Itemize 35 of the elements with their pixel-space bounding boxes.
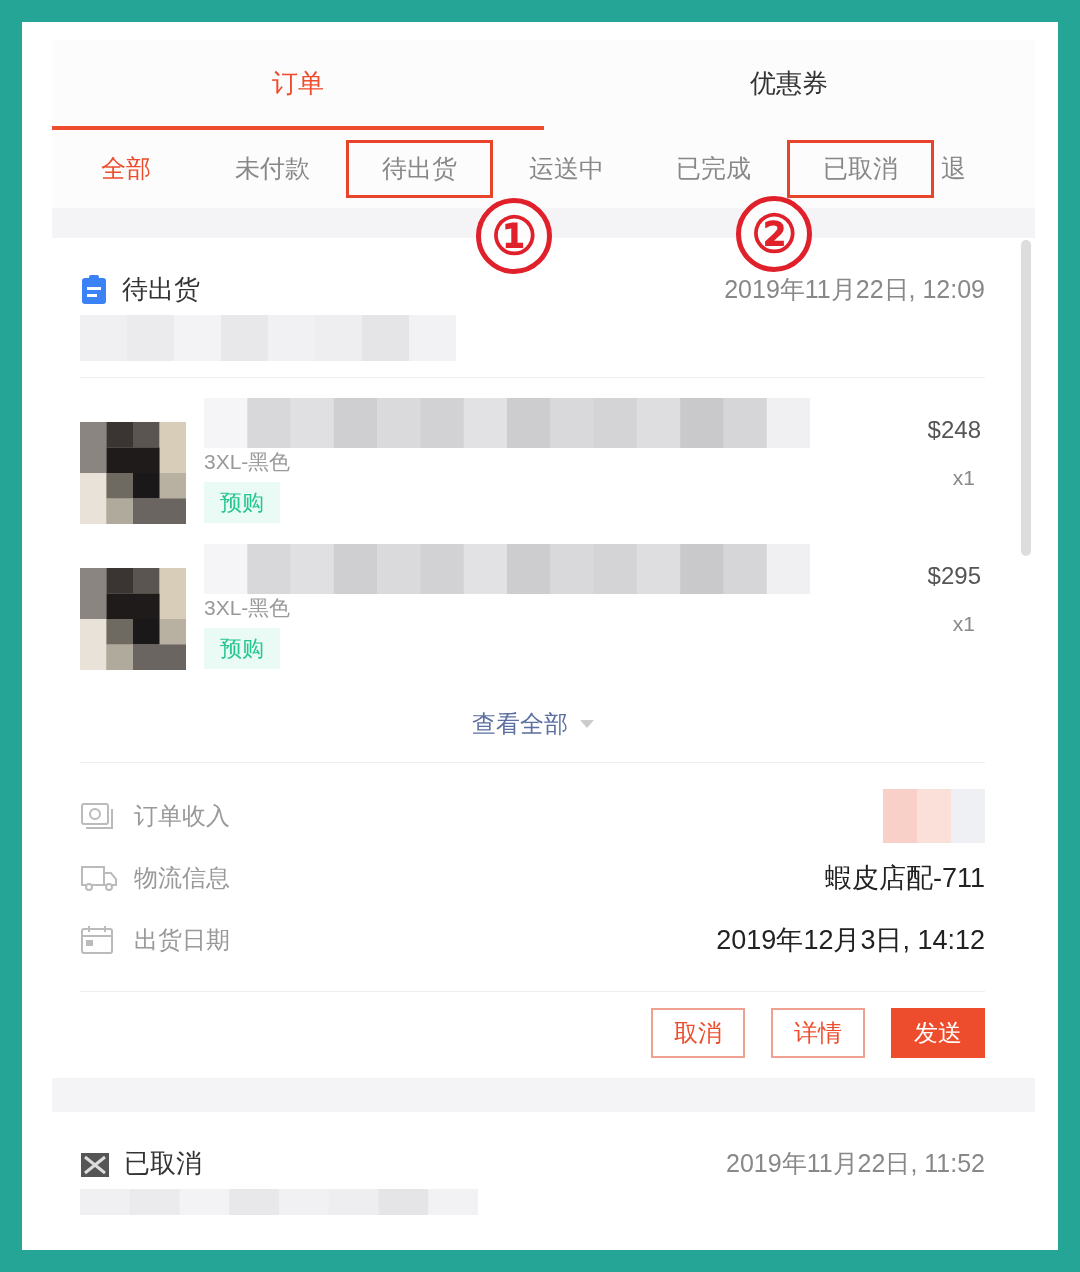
order-date: 2019年11月22日, 12:09 (724, 273, 985, 305)
filter-tab[interactable]: 已取消 (787, 140, 934, 198)
price-text: $295 (927, 561, 981, 591)
info-label: 订单收入 (134, 801, 230, 831)
filter-tab[interactable]: 已完成 (640, 140, 787, 198)
info-label: 物流信息 (134, 863, 230, 893)
clipboard-icon (80, 274, 108, 305)
variant-text: 3XL-黑色 (204, 595, 292, 621)
filter-tab[interactable]: 未付款 (199, 140, 346, 198)
preorder-tag: 预购 (204, 482, 280, 523)
view-all-link[interactable]: 查看全部 (471, 706, 568, 742)
filter-tab[interactable]: 全部 (52, 140, 199, 198)
preorder-tag: 预购 (204, 628, 280, 669)
truck-icon (80, 863, 118, 893)
order-status: 已取消 (124, 1147, 202, 1180)
filter-tab[interactable]: 运送中 (493, 140, 640, 198)
quantity-text: x1 (952, 465, 976, 491)
cash-icon (80, 801, 114, 831)
variant-text: 3XL-黑色 (204, 449, 292, 475)
action-button[interactable]: 详情 (771, 1008, 865, 1058)
action-button[interactable]: 发送 (891, 1008, 985, 1058)
caret-icon (579, 720, 594, 728)
filter-tab[interactable]: 待出货 (346, 140, 493, 198)
info-value: 蝦皮店配-711 (824, 861, 985, 895)
quantity-text: x1 (952, 611, 976, 637)
scrollbar[interactable] (1021, 240, 1031, 556)
order-date: 2019年11月22日, 11:52 (726, 1147, 985, 1179)
info-label: 出货日期 (134, 925, 230, 955)
action-button[interactable]: 取消 (651, 1008, 745, 1058)
info-value: 2019年12月3日, 14:12 (716, 923, 985, 957)
calendar-icon (80, 925, 114, 955)
price-text: $248 (927, 415, 981, 445)
tab[interactable]: 优惠券 (543, 40, 1035, 130)
filter-tab[interactable]: 退 (934, 140, 1058, 198)
order-status: 待出货 (122, 273, 200, 306)
